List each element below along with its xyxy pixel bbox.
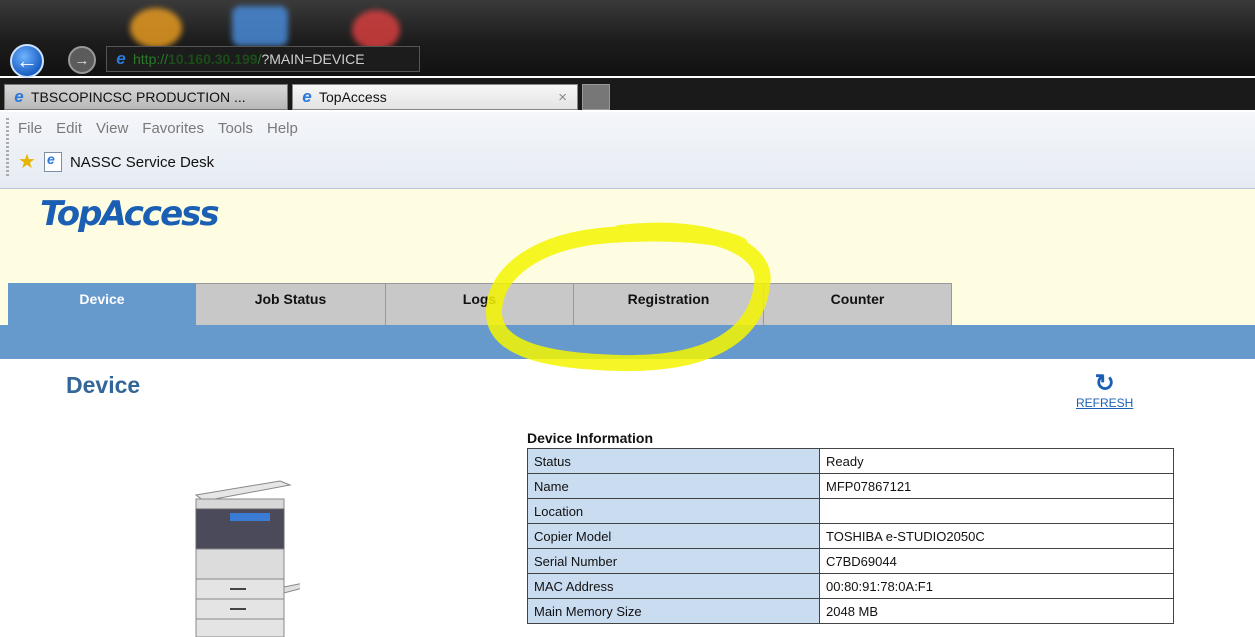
tab-registration[interactable]: Registration	[574, 283, 764, 326]
copier-image	[194, 480, 300, 637]
back-arrow-icon[interactable]: ←	[10, 44, 44, 78]
ie-page-icon	[43, 151, 62, 172]
row-value: Ready	[819, 448, 1174, 474]
blurred-desktop-icon	[232, 6, 288, 46]
tab-label: Counter	[830, 291, 885, 307]
browser-tab-tbscopincsc[interactable]: e TBSCOPINCSC PRODUCTION ...	[4, 84, 288, 110]
menu-items: File Edit View Favorites Tools Help	[18, 120, 298, 137]
favorite-link-nassc[interactable]: NASSC Service Desk	[70, 154, 214, 171]
row-key: Name	[527, 473, 820, 499]
table-row: Status Ready	[527, 448, 1174, 474]
topaccess-logo: TopAccess	[40, 194, 220, 234]
row-key: Location	[527, 498, 820, 524]
row-key: Main Memory Size	[527, 598, 820, 624]
menu-file[interactable]: File	[18, 120, 42, 137]
row-value: 00:80:91:78:0A:F1	[819, 573, 1174, 599]
row-key: MAC Address	[527, 573, 820, 599]
address-bar[interactable]: e http://10.160.30.199/?MAIN=DEVICE	[106, 46, 420, 72]
refresh-icon: ↻	[1094, 370, 1115, 397]
row-key: Serial Number	[527, 548, 820, 574]
browser-tab-label: TopAccess	[319, 89, 387, 105]
table-row: Serial Number C7BD69044	[527, 548, 1174, 574]
refresh-button[interactable]: ↻ REFRESH	[1076, 370, 1134, 411]
blurred-desktop-icon	[352, 10, 400, 50]
table-row: Location	[527, 498, 1174, 524]
menu-help[interactable]: Help	[267, 120, 298, 137]
tab-label: Logs	[462, 291, 497, 307]
row-value: 2048 MB	[819, 598, 1174, 624]
menu-edit[interactable]: Edit	[56, 120, 82, 137]
tab-device[interactable]: Device	[8, 283, 196, 326]
refresh-label: REFRESH	[1076, 396, 1134, 410]
device-info-table: Status Ready Name MFP07867121 Location Cop…	[527, 448, 1174, 624]
ie-page-icon: e	[302, 87, 312, 106]
ie-page-icon: e	[116, 49, 126, 68]
table-row: Main Memory Size 2048 MB	[527, 598, 1174, 624]
menu-bar: File Edit View Favorites Tools Help ★ NA…	[0, 112, 1255, 189]
close-tab-icon[interactable]: ×	[558, 89, 567, 106]
tab-job-status[interactable]: Job Status	[196, 283, 386, 326]
tab-label: Registration	[627, 291, 710, 307]
row-value: C7BD69044	[819, 548, 1174, 574]
table-row: Copier Model TOSHIBA e-STUDIO2050C	[527, 523, 1174, 549]
favorites-star-icon[interactable]: ★	[18, 152, 36, 172]
menu-tools[interactable]: Tools	[218, 120, 253, 137]
new-tab-button[interactable]	[582, 84, 610, 110]
row-key: Status	[527, 448, 820, 474]
menu-view[interactable]: View	[96, 120, 128, 137]
row-value: MFP07867121	[819, 473, 1174, 499]
browser-tab-label: TBSCOPINCSC PRODUCTION ...	[31, 89, 246, 105]
device-info-caption: Device Information	[527, 430, 654, 446]
forward-arrow-icon[interactable]: →	[68, 46, 96, 74]
ie-page-icon: e	[14, 87, 24, 106]
tab-logs[interactable]: Logs	[386, 283, 574, 326]
tab-label: Job Status	[254, 291, 327, 307]
address-text: http://10.160.30.199/?MAIN=DEVICE	[133, 51, 365, 67]
page-title: Device	[66, 372, 141, 398]
browser-tab-topaccess[interactable]: e TopAccess ×	[292, 84, 578, 110]
favorites-bar: ★ NASSC Service Desk	[18, 151, 214, 172]
toolbar-grip	[6, 118, 9, 178]
table-row: MAC Address 00:80:91:78:0A:F1	[527, 573, 1174, 599]
menu-favorites[interactable]: Favorites	[142, 120, 204, 137]
tab-counter[interactable]: Counter	[764, 283, 952, 326]
row-value: TOSHIBA e-STUDIO2050C	[819, 523, 1174, 549]
row-key: Copier Model	[527, 523, 820, 549]
tab-label: Device	[79, 290, 125, 307]
table-row: Name MFP07867121	[527, 473, 1174, 499]
tab-sub-bar	[0, 325, 1255, 359]
row-value	[819, 498, 1174, 524]
blurred-desktop-icon	[130, 8, 182, 48]
